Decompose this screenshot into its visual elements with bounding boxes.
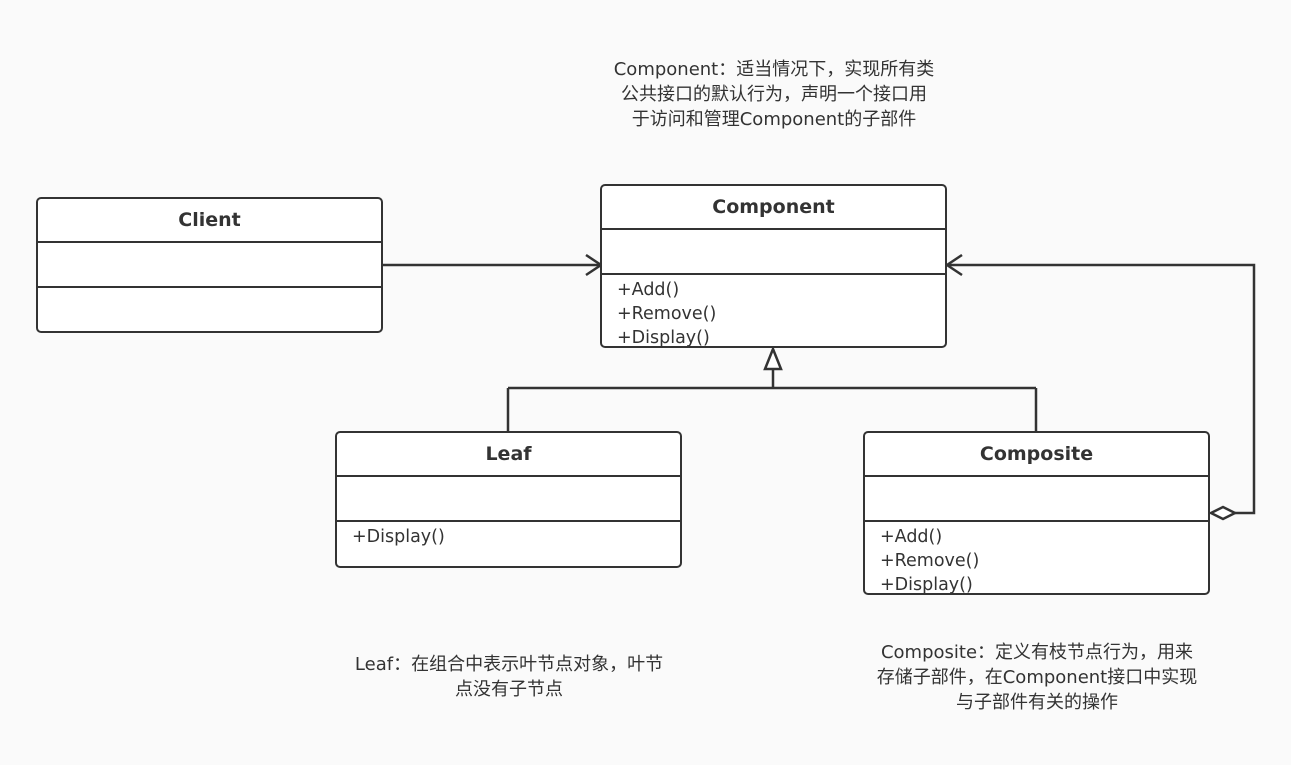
class-leaf-attributes — [337, 477, 680, 522]
composite-note: Composite：定义有枝节点行为，用来 存储子部件，在Component接口… — [832, 640, 1242, 715]
component-note: Component：适当情况下，实现所有类 公共接口的默认行为，声明一个接口用 … — [560, 57, 988, 132]
method-display: +Display() — [352, 527, 445, 547]
method-display: +Display() — [880, 575, 973, 595]
generalization-connector — [506, 345, 1038, 431]
leaf-note-line: Leaf：在组合中表示叶节点对象，叶节 — [354, 654, 664, 675]
class-composite-name: Composite — [865, 433, 1208, 477]
aggregation-diamond — [1208, 505, 1238, 521]
component-note-line: 公共接口的默认行为，声明一个接口用 — [621, 84, 927, 105]
composite-note-line: 存储子部件，在Component接口中实现 — [876, 667, 1198, 688]
composite-note-line: 与子部件有关的操作 — [956, 692, 1118, 713]
class-composite[interactable]: Composite +Add() +Remove() +Display() — [863, 431, 1210, 595]
composite-note-line: Composite：定义有枝节点行为，用来 — [880, 642, 1194, 663]
generalization-arrowhead — [763, 345, 783, 371]
class-component-attributes — [602, 230, 945, 275]
class-composite-methods: +Add() +Remove() +Display() — [865, 522, 1208, 595]
class-client-methods — [38, 288, 381, 291]
leaf-note: Leaf：在组合中表示叶节点对象，叶节 点没有子节点 — [318, 652, 700, 702]
class-component[interactable]: Component +Add() +Remove() +Display() — [600, 184, 947, 348]
method-add: +Add() — [617, 280, 680, 300]
class-leaf-methods: +Display() — [337, 522, 680, 549]
class-leaf[interactable]: Leaf +Display() — [335, 431, 682, 568]
class-leaf-name: Leaf — [337, 433, 680, 477]
class-component-name: Component — [602, 186, 945, 230]
component-note-line: 于访问和管理Component的子部件 — [631, 109, 917, 130]
class-composite-attributes — [865, 477, 1208, 522]
leaf-note-line: 点没有子节点 — [455, 679, 563, 700]
method-display: +Display() — [617, 328, 710, 348]
component-note-line: Component：适当情况下，实现所有类 — [613, 59, 935, 80]
class-client-attributes — [38, 243, 381, 288]
method-add: +Add() — [880, 527, 943, 547]
class-client[interactable]: Client — [36, 197, 383, 333]
class-client-name: Client — [38, 199, 381, 243]
class-component-methods: +Add() +Remove() +Display() — [602, 275, 945, 348]
method-remove: +Remove() — [880, 551, 980, 571]
method-remove: +Remove() — [617, 304, 717, 324]
client-component-association — [383, 253, 604, 277]
